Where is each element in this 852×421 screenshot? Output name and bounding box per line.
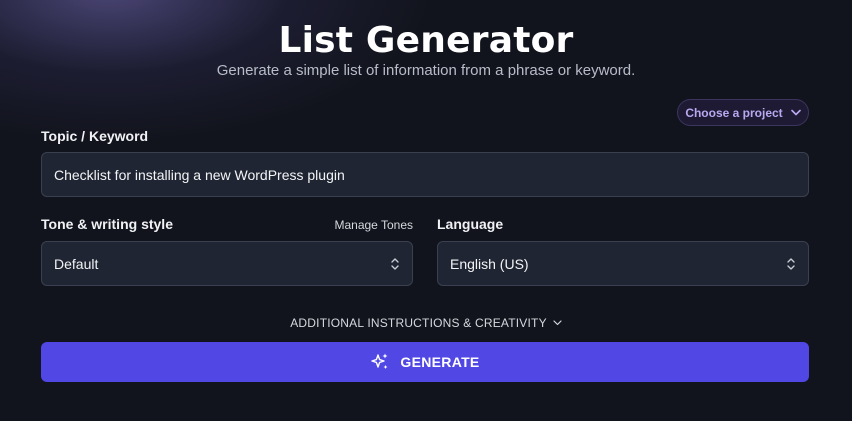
list-generator-page: List Generator Generate a simple list of…	[0, 0, 852, 421]
chevron-updown-icon	[787, 257, 795, 270]
chevron-down-icon	[553, 320, 562, 326]
page-title: List Generator	[278, 20, 574, 61]
topic-input[interactable]: Checklist for installing a new WordPress…	[41, 152, 809, 197]
topic-input-value: Checklist for installing a new WordPress…	[54, 166, 345, 183]
language-label: Language	[437, 216, 504, 232]
topic-label: Topic / Keyword	[41, 128, 149, 144]
additional-instructions-toggle[interactable]: ADDITIONAL INSTRUCTIONS & CREATIVITY	[0, 316, 852, 330]
tone-select-value: Default	[54, 255, 99, 272]
choose-project-label: Choose a project	[685, 105, 783, 120]
generate-label: GENERATE	[400, 354, 480, 370]
page-subtitle: Generate a simple list of information fr…	[216, 62, 636, 79]
additional-instructions-label: ADDITIONAL INSTRUCTIONS & CREATIVITY	[290, 316, 547, 330]
sparkles-icon	[371, 353, 388, 369]
manage-tones-link[interactable]: Manage Tones	[300, 218, 413, 232]
tone-select[interactable]: Default	[41, 241, 413, 286]
chevron-down-icon	[790, 109, 801, 116]
language-select-value: English (US)	[450, 255, 529, 272]
choose-project-button[interactable]: Choose a project	[677, 99, 809, 126]
generate-button[interactable]: GENERATE	[41, 342, 809, 382]
tone-label: Tone & writing style	[41, 216, 173, 232]
language-select[interactable]: English (US)	[437, 241, 809, 286]
chevron-updown-icon	[391, 257, 399, 270]
